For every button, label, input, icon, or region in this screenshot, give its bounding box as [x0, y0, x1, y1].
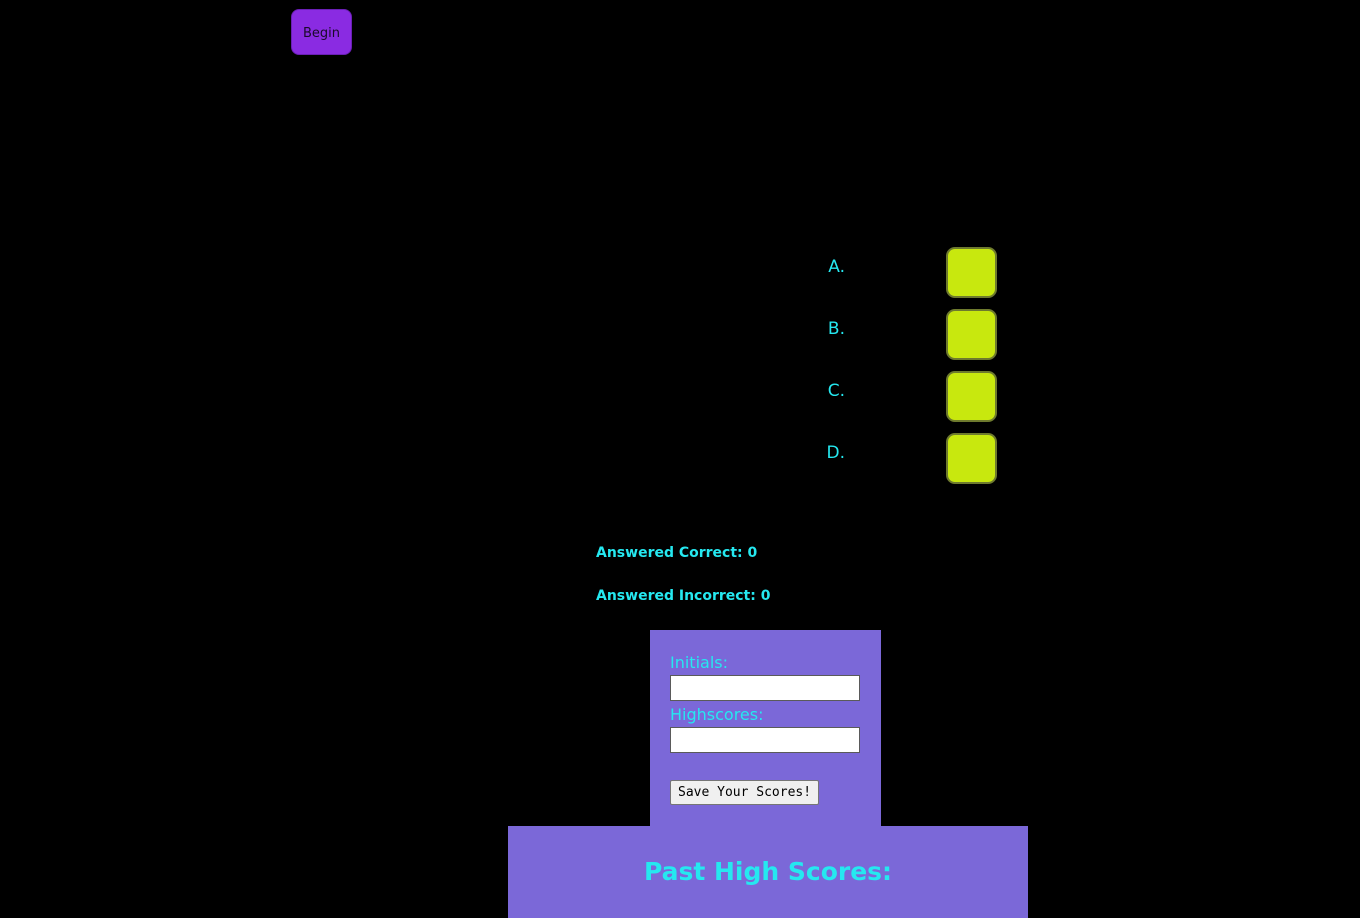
- answer-button-a[interactable]: [946, 247, 997, 298]
- past-high-scores-heading: Past High Scores:: [643, 857, 893, 886]
- answered-incorrect-count: Answered Incorrect: 0: [596, 588, 771, 604]
- answer-button-c[interactable]: [946, 371, 997, 422]
- highscores-label: Highscores:: [670, 705, 764, 724]
- answer-label-a: A.: [828, 257, 845, 277]
- answered-correct-count: Answered Correct: 0: [596, 545, 758, 561]
- score-form: Initials: Highscores: Save Your Scores!: [650, 630, 881, 830]
- initials-input[interactable]: [670, 675, 860, 701]
- answer-label-b: B.: [827, 319, 845, 339]
- answer-button-d[interactable]: [946, 433, 997, 484]
- answer-button-b[interactable]: [946, 309, 997, 360]
- answer-label-d: D.: [826, 443, 846, 463]
- initials-label: Initials:: [670, 653, 728, 672]
- quiz-page: Begin A. B. C. D. Answered Correct: 0 An…: [0, 0, 1360, 918]
- answer-label-c: C.: [827, 381, 845, 401]
- begin-button[interactable]: Begin: [291, 9, 352, 55]
- highscores-input[interactable]: [670, 727, 860, 753]
- save-scores-button[interactable]: Save Your Scores!: [670, 780, 820, 805]
- past-high-scores-panel: Past High Scores:: [508, 826, 1028, 918]
